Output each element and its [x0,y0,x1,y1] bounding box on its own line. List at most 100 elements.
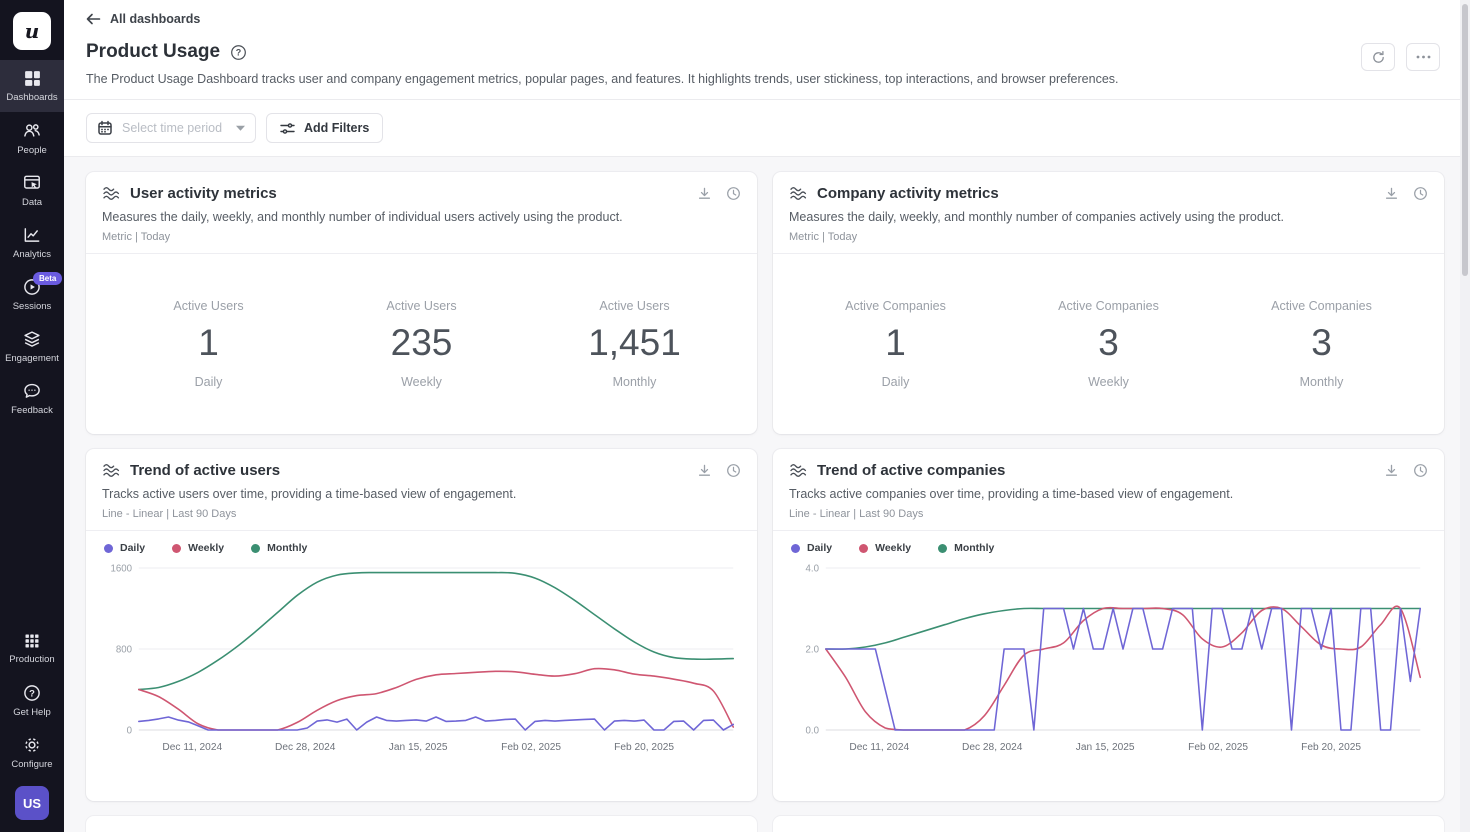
refresh-icon [1371,50,1386,65]
back-to-dashboards[interactable]: All dashboards [86,12,200,26]
scrollbar-track[interactable] [1460,0,1470,832]
sidebar-item-data[interactable]: Data [0,164,64,216]
sidebar: u Dashboards People Data Analytics Beta [0,0,64,832]
app-logo[interactable]: u [13,12,51,50]
svg-text:0: 0 [127,725,133,736]
card-meta: Metric | Today [102,231,741,243]
legend-dot [859,544,868,553]
card-partial [86,816,757,832]
metric-period: Monthly [528,375,741,389]
dashboards-icon [23,69,42,88]
trend-companies-chart: 0.02.04.0Dec 11, 2024Dec 28, 2024Jan 15,… [789,556,1428,760]
sidebar-item-label: Dashboards [6,92,57,103]
svg-text:Feb 20, 2025: Feb 20, 2025 [614,742,674,753]
legend-daily[interactable]: Daily [791,542,832,554]
svg-text:Feb 02, 2025: Feb 02, 2025 [501,742,561,753]
legend-label: Weekly [188,542,224,554]
legend-daily[interactable]: Daily [104,542,145,554]
svg-text:800: 800 [116,644,133,655]
sidebar-item-people[interactable]: People [0,112,64,164]
card-trend-active-users: Trend of active users Tracks active user… [86,449,757,801]
card-meta: Line - Linear | Last 90 Days [789,508,1428,520]
scrollbar-thumb[interactable] [1462,4,1468,276]
svg-text:Dec 11, 2024: Dec 11, 2024 [162,742,222,753]
user-avatar[interactable]: US [15,786,49,820]
configure-icon [22,735,42,755]
svg-text:Feb 20, 2025: Feb 20, 2025 [1301,742,1361,753]
card-title: Trend of active companies [817,462,1005,479]
metric-label: Active Companies [1002,299,1215,313]
legend-weekly[interactable]: Weekly [172,542,224,554]
download-icon[interactable] [697,186,712,201]
card-partial [773,816,1444,832]
svg-text:0.0: 0.0 [806,725,820,736]
sidebar-item-label: Analytics [13,249,51,260]
more-options-button[interactable] [1406,43,1440,71]
legend-monthly[interactable]: Monthly [938,542,994,554]
card-description: Tracks active companies over time, provi… [789,487,1428,501]
sidebar-item-get-help[interactable]: ? Get Help [0,674,64,726]
metric-daily: Active Companies 1 Daily [789,299,1002,389]
analytics-icon [22,225,42,245]
main-area: All dashboards Product Usage ? The Produ… [64,0,1470,832]
sidebar-item-dashboards[interactable]: Dashboards [0,60,64,112]
metric-chart-icon [789,185,808,202]
people-icon [22,121,42,141]
legend-monthly[interactable]: Monthly [251,542,307,554]
card-title: Trend of active users [130,462,280,479]
metric-period: Monthly [1215,375,1428,389]
sidebar-item-production[interactable]: Production [0,622,64,674]
card-trend-active-companies: Trend of active companies Tracks active … [773,449,1444,801]
engagement-icon [22,329,42,349]
card-title: Company activity metrics [817,185,999,202]
svg-text:2.0: 2.0 [806,644,820,655]
clock-icon[interactable] [726,186,741,201]
svg-text:Dec 28, 2024: Dec 28, 2024 [962,742,1023,753]
metric-period: Weekly [315,375,528,389]
clock-icon[interactable] [726,463,741,478]
legend-label: Daily [120,542,145,554]
metric-period: Weekly [1002,375,1215,389]
sidebar-item-feedback[interactable]: Feedback [0,372,64,424]
metric-value: 1 [102,322,315,364]
svg-text:?: ? [29,688,35,699]
sidebar-item-engagement[interactable]: Engagement [0,320,64,372]
download-icon[interactable] [1384,463,1399,478]
metric-value: 1,451 [528,322,741,364]
legend-label: Monthly [267,542,307,554]
metric-label: Active Companies [1215,299,1428,313]
page-description: The Product Usage Dashboard tracks user … [86,72,1448,86]
metric-chart-icon [789,462,808,479]
trend-users-chart: 08001600Dec 11, 2024Dec 28, 2024Jan 15, … [102,556,741,760]
metric-monthly: Active Users 1,451 Monthly [528,299,741,389]
page-header: All dashboards Product Usage ? The Produ… [64,0,1470,100]
clock-icon[interactable] [1413,463,1428,478]
sidebar-item-analytics[interactable]: Analytics [0,216,64,268]
clock-icon[interactable] [1413,186,1428,201]
legend-weekly[interactable]: Weekly [859,542,911,554]
get-help-icon: ? [22,683,42,703]
sidebar-item-configure[interactable]: Configure [0,726,64,778]
sidebar-item-label: Engagement [5,353,59,364]
card-description: Measures the daily, weekly, and monthly … [789,210,1428,224]
card-meta: Metric | Today [789,231,1428,243]
add-filters-button[interactable]: Add Filters [266,113,383,143]
legend-label: Daily [807,542,832,554]
metric-chart-icon [102,462,121,479]
metric-value: 3 [1215,322,1428,364]
download-icon[interactable] [697,463,712,478]
sidebar-item-sessions[interactable]: Beta Sessions [0,268,64,320]
download-icon[interactable] [1384,186,1399,201]
legend-dot [791,544,800,553]
time-period-select[interactable]: Select time period [86,113,256,143]
refresh-button[interactable] [1361,43,1395,71]
metric-period: Daily [789,375,1002,389]
back-arrow-icon [86,13,101,25]
metric-label: Active Users [528,299,741,313]
legend-dot [251,544,260,553]
sidebar-item-label: Data [22,197,42,208]
metric-weekly: Active Companies 3 Weekly [1002,299,1215,389]
add-filters-label: Add Filters [304,121,369,135]
help-icon[interactable]: ? [230,44,247,61]
card-meta: Line - Linear | Last 90 Days [102,508,741,520]
